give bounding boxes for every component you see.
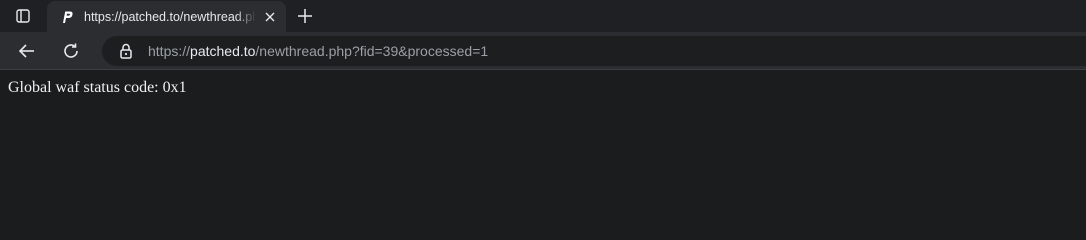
plus-icon[interactable] [295, 6, 315, 26]
browser-window: https://patched.to/newthread.php https:/… [0, 0, 1086, 233]
lock-icon[interactable] [118, 43, 134, 59]
address-bar[interactable]: https://patched.to/newthread.php?fid=39&… [102, 36, 1086, 66]
navigation-toolbar: https://patched.to/newthread.php?fid=39&… [0, 32, 1086, 69]
waf-status-message: Global waf status code: 0x1 [8, 79, 187, 96]
url-path: /newthread.php?fid=39&processed=1 [255, 43, 489, 59]
page-content: Global waf status code: 0x1 [0, 70, 1086, 233]
tab-title: https://patched.to/newthread.php [84, 10, 256, 24]
patched-p-logo-icon [59, 9, 75, 25]
tab-actions-menu-icon[interactable] [14, 8, 32, 24]
tab-strip: https://patched.to/newthread.php [0, 0, 1086, 32]
arrow-left-icon[interactable] [16, 40, 38, 62]
url-text[interactable]: https://patched.to/newthread.php?fid=39&… [148, 43, 488, 59]
url-scheme: https:// [148, 43, 191, 59]
url-host: patched.to [190, 43, 256, 59]
close-icon[interactable] [263, 10, 277, 24]
reload-icon[interactable] [60, 40, 82, 62]
active-tab[interactable]: https://patched.to/newthread.php [47, 1, 286, 32]
